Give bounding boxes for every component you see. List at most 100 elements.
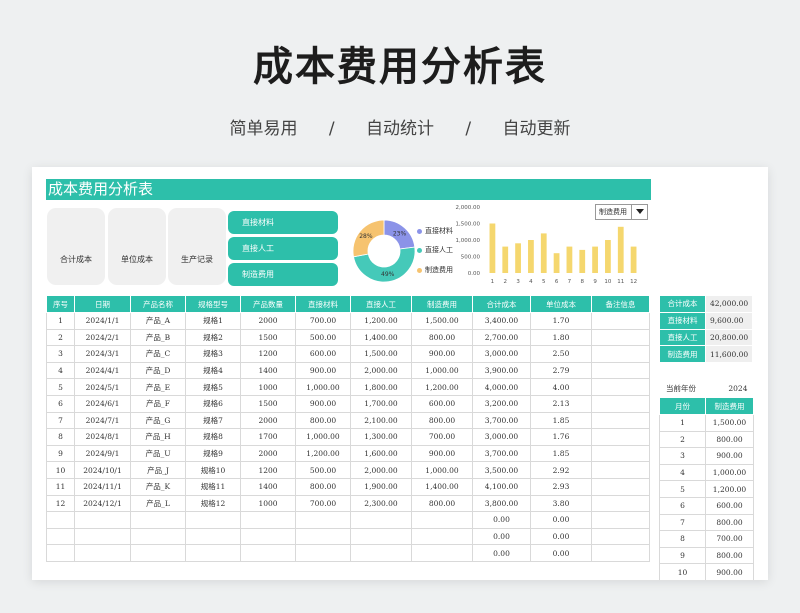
table-cell[interactable]: 3,200.00	[472, 394, 531, 413]
dropdown-arrow-icon[interactable]	[631, 205, 647, 219]
table-cell[interactable]: 1000	[240, 378, 296, 396]
table-cell[interactable]	[591, 527, 650, 546]
chart-series-select[interactable]: 制造费用	[595, 204, 648, 220]
table-cell[interactable]: 规格8	[185, 428, 241, 446]
table-cell[interactable]: 1500	[240, 328, 296, 347]
table-cell[interactable]: 2.93	[530, 477, 592, 496]
table-cell[interactable]	[591, 511, 650, 529]
table-cell[interactable]: 1,200.00	[295, 444, 351, 463]
table-cell[interactable]: 2.50	[530, 345, 592, 363]
table-cell[interactable]: 1,600.00	[350, 444, 412, 463]
table-cell[interactable]: 0.00	[472, 544, 531, 562]
table-cell[interactable]: 1.70	[530, 312, 592, 330]
table-cell[interactable]	[295, 511, 351, 529]
table-cell[interactable]: 700.00	[411, 428, 473, 446]
table-cell[interactable]: 2,300.00	[350, 494, 412, 513]
table-cell[interactable]	[74, 544, 131, 562]
table-cell[interactable]: 3,800.00	[472, 494, 531, 513]
table-cell[interactable]: 2.13	[530, 394, 592, 413]
table-cell[interactable]: 2,100.00	[350, 411, 412, 430]
table-cell[interactable]: 1,900.00	[350, 477, 412, 496]
table-cell[interactable]: 4,000.00	[472, 378, 531, 396]
table-cell[interactable]	[411, 527, 473, 546]
table-cell[interactable]	[591, 494, 650, 513]
table-cell[interactable]: 1,000.00	[295, 428, 351, 446]
table-cell[interactable]: 800.00	[411, 328, 473, 347]
table-cell[interactable]: 2024/1/1	[74, 312, 131, 330]
table-cell[interactable]: 2,700.00	[472, 328, 531, 347]
table-cell[interactable]: 3,000.00	[472, 428, 531, 446]
table-cell[interactable]: 2	[46, 328, 75, 347]
table-cell[interactable]: 700.00	[295, 494, 351, 513]
table-cell[interactable]	[185, 511, 241, 529]
table-cell[interactable]: 0.00	[472, 511, 531, 529]
table-cell[interactable]: 1.85	[530, 444, 592, 463]
table-cell[interactable]: 4,100.00	[472, 477, 531, 496]
table-cell[interactable]: 1,000.00	[411, 461, 473, 479]
table-cell[interactable]	[591, 378, 650, 396]
table-cell[interactable]: 1000	[240, 494, 296, 513]
table-cell[interactable]: 1,000.00	[295, 378, 351, 396]
table-cell[interactable]	[295, 544, 351, 562]
table-cell[interactable]: 规格11	[185, 477, 241, 496]
table-cell[interactable]	[591, 461, 650, 479]
table-cell[interactable]: 3,700.00	[472, 444, 531, 463]
table-cell[interactable]: 12	[46, 494, 75, 513]
table-cell[interactable]	[130, 544, 186, 562]
table-cell[interactable]: 0.00	[472, 527, 531, 546]
table-cell[interactable]: 2000	[240, 411, 296, 430]
table-cell[interactable]: 2,000.00	[350, 461, 412, 479]
table-cell[interactable]: 500.00	[295, 328, 351, 347]
table-cell[interactable]	[240, 511, 296, 529]
table-cell[interactable]: 1.80	[530, 328, 592, 347]
table-cell[interactable]: 1700	[240, 428, 296, 446]
table-cell[interactable]: 2024/8/1	[74, 428, 131, 446]
table-cell[interactable]: 4	[46, 361, 75, 380]
table-cell[interactable]: 900.00	[411, 345, 473, 363]
table-cell[interactable]: 产品_E	[130, 378, 186, 396]
table-cell[interactable]	[591, 394, 650, 413]
table-cell[interactable]: 800.00	[295, 411, 351, 430]
table-cell[interactable]: 1,000.00	[411, 361, 473, 380]
table-cell[interactable]: 2.92	[530, 461, 592, 479]
table-cell[interactable]: 4.00	[530, 378, 592, 396]
table-cell[interactable]	[591, 411, 650, 430]
table-cell[interactable]	[46, 511, 75, 529]
table-cell[interactable]: 1.85	[530, 411, 592, 430]
table-cell[interactable]	[591, 361, 650, 380]
table-cell[interactable]: 1200	[240, 461, 296, 479]
table-cell[interactable]: 规格2	[185, 328, 241, 347]
table-cell[interactable]: 5	[46, 378, 75, 396]
table-cell[interactable]: 3,700.00	[472, 411, 531, 430]
table-cell[interactable]: 2024/3/1	[74, 345, 131, 363]
table-cell[interactable]: 1500	[240, 394, 296, 413]
table-cell[interactable]: 产品_H	[130, 428, 186, 446]
table-cell[interactable]: 产品_C	[130, 345, 186, 363]
table-cell[interactable]: 产品_D	[130, 361, 186, 380]
table-cell[interactable]: 600.00	[295, 345, 351, 363]
table-cell[interactable]: 2024/2/1	[74, 328, 131, 347]
table-cell[interactable]: 产品_U	[130, 444, 186, 463]
table-cell[interactable]: 2000	[240, 444, 296, 463]
table-cell[interactable]: 1,400.00	[350, 328, 412, 347]
table-cell[interactable]: 10	[46, 461, 75, 479]
table-cell[interactable]	[185, 544, 241, 562]
table-cell[interactable]	[240, 544, 296, 562]
table-cell[interactable]: 11	[46, 477, 75, 496]
table-cell[interactable]	[591, 428, 650, 446]
table-cell[interactable]	[591, 345, 650, 363]
table-cell[interactable]: 800.00	[411, 411, 473, 430]
table-cell[interactable]: 500.00	[295, 461, 351, 479]
table-cell[interactable]: 6	[46, 394, 75, 413]
table-cell[interactable]: 规格7	[185, 411, 241, 430]
table-cell[interactable]: 2,000.00	[350, 361, 412, 380]
table-cell[interactable]: 1200	[240, 345, 296, 363]
table-cell[interactable]: 1400	[240, 361, 296, 380]
table-cell[interactable]: 3,500.00	[472, 461, 531, 479]
table-cell[interactable]: 800.00	[295, 477, 351, 496]
table-cell[interactable]: 8	[46, 428, 75, 446]
table-cell[interactable]	[591, 312, 650, 330]
table-cell[interactable]: 1.76	[530, 428, 592, 446]
table-cell[interactable]	[591, 328, 650, 347]
table-cell[interactable]	[46, 527, 75, 546]
